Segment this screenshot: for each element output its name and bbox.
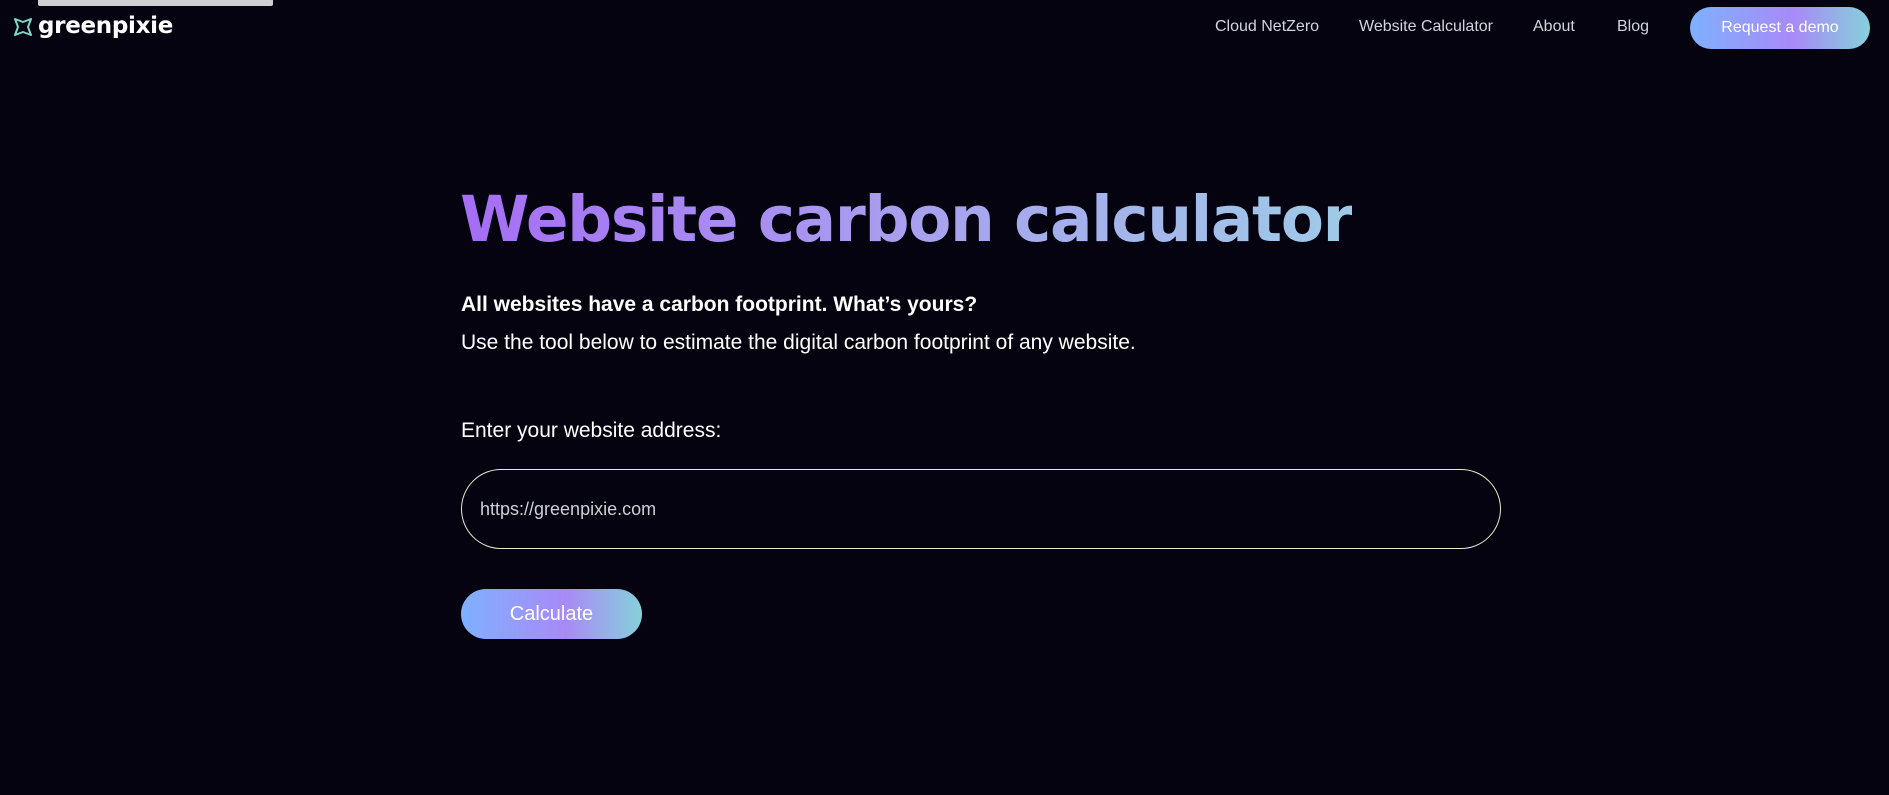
- nav-link-cloud-netzero[interactable]: Cloud NetZero: [1215, 17, 1319, 37]
- page-title: Website carbon calculator: [460, 178, 1354, 262]
- hero-subtitle: Use the tool below to estimate the digit…: [461, 331, 1136, 354]
- nav-link-blog[interactable]: Blog: [1617, 17, 1649, 37]
- nav-link-about[interactable]: About: [1533, 17, 1575, 37]
- website-url-input[interactable]: [461, 469, 1501, 549]
- nav-link-website-calculator[interactable]: Website Calculator: [1359, 17, 1493, 37]
- calculate-button[interactable]: Calculate: [461, 589, 642, 639]
- page: greenpixie Cloud NetZero Website Calcula…: [0, 0, 1889, 795]
- hero-lead: All websites have a carbon footprint. Wh…: [461, 293, 978, 316]
- request-demo-button[interactable]: Request a demo: [1690, 7, 1870, 49]
- website-address-label: Enter your website address:: [461, 419, 722, 442]
- top-strip: [38, 0, 273, 6]
- main-nav: Cloud NetZero Website Calculator About B…: [0, 17, 1889, 37]
